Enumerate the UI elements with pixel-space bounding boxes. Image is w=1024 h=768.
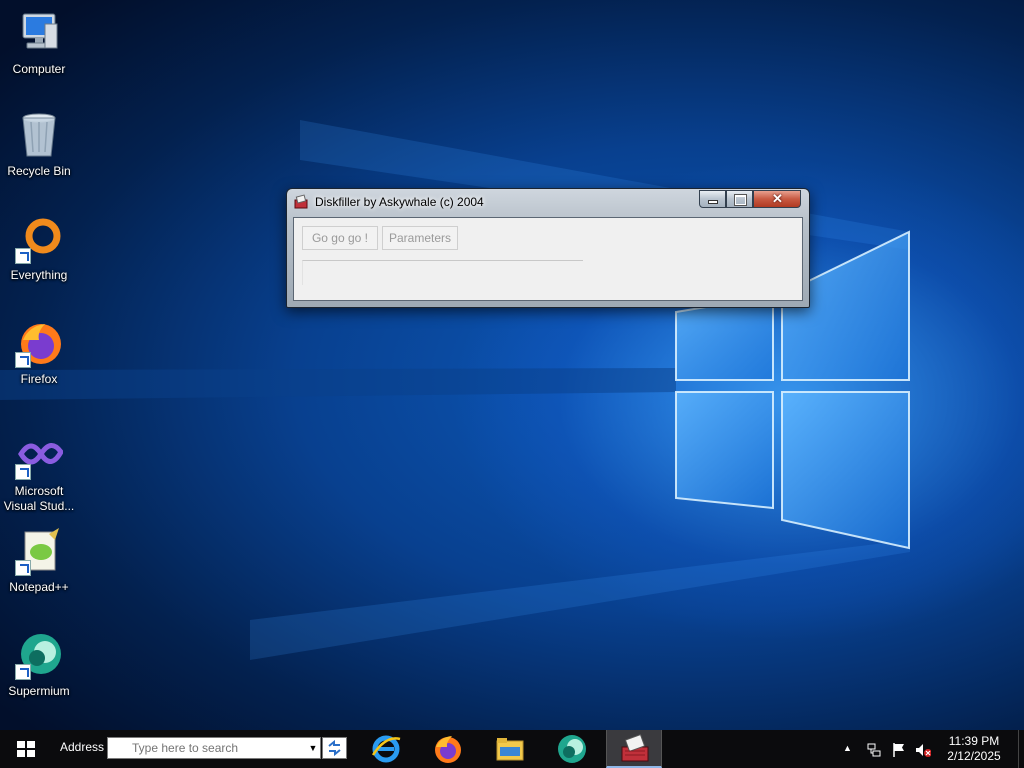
desktop-icon-recycle-bin[interactable]: Recycle Bin — [0, 112, 78, 179]
visual-studio-icon — [15, 432, 64, 480]
system-clock[interactable]: 11:39 PM 2/12/2025 — [938, 734, 1010, 764]
shortcut-arrow-icon — [15, 352, 31, 368]
diskfiller-app-icon — [294, 194, 308, 209]
windows-logo-light — [0, 120, 910, 660]
taskbar-internet-explorer[interactable] — [358, 730, 414, 768]
everything-icon — [15, 216, 63, 264]
chevron-down-icon[interactable]: ▼ — [305, 738, 321, 758]
clock-time: 11:39 PM — [948, 734, 1000, 748]
firefox-icon — [435, 736, 461, 763]
desktop-icon-label: Firefox — [20, 372, 58, 386]
start-button[interactable] — [0, 730, 50, 768]
computer-icon — [15, 10, 63, 58]
minimize-button[interactable] — [699, 190, 726, 208]
window-title: Diskfiller by Askywhale (c) 2004 — [315, 195, 484, 209]
go-go-go-button[interactable]: Go go go ! — [302, 226, 378, 250]
desktop-icon-label: Everything — [10, 268, 68, 282]
notepadpp-icon — [15, 528, 63, 576]
desktop-icon-supermium[interactable]: Supermium — [0, 632, 78, 699]
window-client-area: Go go go ! Parameters — [293, 217, 803, 301]
taskbar: Address ▼ — [0, 730, 1024, 768]
parameters-button[interactable]: Parameters — [382, 226, 458, 250]
taskbar-file-explorer[interactable] — [482, 730, 538, 768]
taskbar-diskfiller[interactable] — [606, 730, 662, 768]
desktop-icon-computer[interactable]: Computer — [0, 10, 78, 77]
maximize-icon — [734, 194, 747, 206]
network-icon[interactable] — [866, 742, 882, 758]
windows-start-icon — [17, 741, 35, 757]
file-explorer-icon — [496, 738, 524, 761]
desktop-icon-firefox[interactable]: Firefox — [0, 320, 78, 387]
desktop-icon-label: Supermium — [8, 684, 70, 698]
desktop-wallpaper — [0, 0, 1024, 730]
diskfiller-icon — [621, 733, 649, 762]
desktop-icon-label: Notepad++ — [9, 580, 69, 594]
shortcut-arrow-icon — [15, 464, 31, 480]
show-desktop-button[interactable] — [1018, 730, 1024, 768]
taskbar-supermium[interactable] — [544, 730, 600, 768]
search-input[interactable] — [108, 738, 304, 758]
desktop-icon-visual-studio[interactable]: Microsoft Visual Stud... — [0, 432, 78, 514]
supermium-icon — [558, 735, 586, 763]
internet-explorer-icon — [371, 735, 401, 763]
minimize-icon — [709, 201, 717, 203]
taskbar-firefox[interactable] — [420, 730, 476, 768]
address-go-button[interactable] — [322, 737, 347, 759]
volume-muted-icon[interactable] — [915, 742, 931, 758]
address-bar[interactable]: ▼ — [107, 737, 321, 759]
shortcut-arrow-icon — [15, 560, 31, 576]
desktop-icon-everything[interactable]: Everything — [0, 216, 78, 283]
close-button[interactable]: ✕ — [753, 190, 801, 208]
desktop-icon-label: Recycle Bin — [7, 164, 71, 178]
diskfiller-window[interactable]: Diskfiller by Askywhale (c) 2004 ✕ Go go… — [286, 188, 810, 308]
supermium-icon — [15, 632, 63, 680]
clock-date: 2/12/2025 — [947, 749, 1001, 763]
refresh-arrows-icon — [328, 739, 341, 757]
recycle-bin-icon — [15, 112, 63, 160]
desktop-icon-notepadpp[interactable]: Notepad++ — [0, 528, 78, 595]
maximize-button[interactable] — [726, 190, 753, 208]
close-icon: ✕ — [772, 191, 783, 206]
desktop-icon-label: Computer — [12, 62, 66, 76]
address-label: Address — [60, 740, 105, 754]
action-center-flag-icon[interactable] — [891, 742, 907, 758]
window-titlebar[interactable]: Diskfiller by Askywhale (c) 2004 ✕ — [287, 189, 807, 215]
progress-bar — [302, 260, 583, 285]
shortcut-arrow-icon — [15, 248, 31, 264]
tray-chevron-up-icon[interactable]: ▲ — [843, 743, 859, 759]
firefox-icon — [15, 320, 63, 368]
shortcut-arrow-icon — [15, 664, 31, 680]
desktop-icon-label: Microsoft Visual Stud... — [3, 484, 75, 513]
